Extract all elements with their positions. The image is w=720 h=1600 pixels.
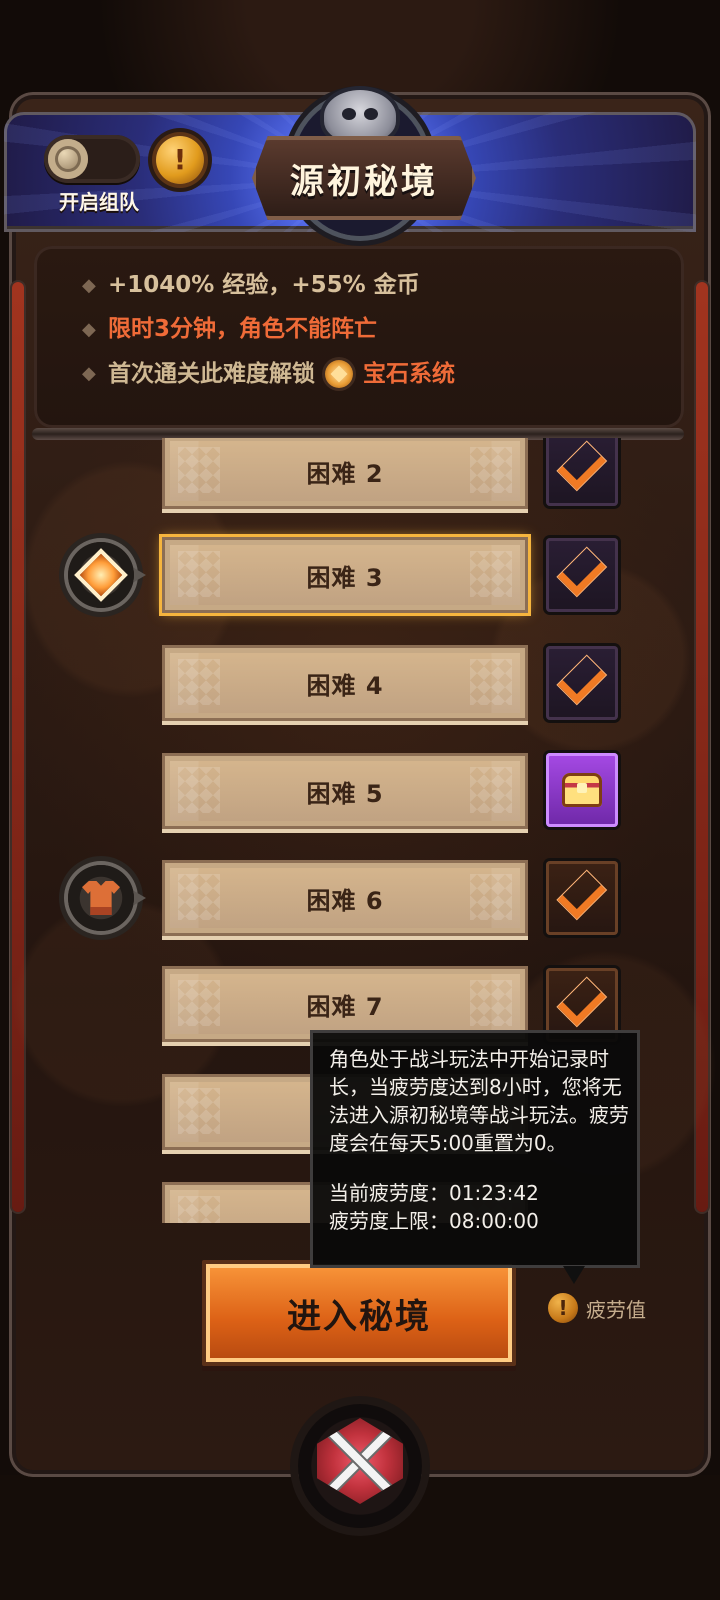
difficulty-item[interactable]: 困难 5 bbox=[162, 753, 528, 829]
enter-dungeon-button[interactable]: 进入秘境 bbox=[202, 1260, 516, 1366]
difficulty-label: 困难 5 bbox=[306, 779, 384, 808]
info-line-rewards: ◆ +1040% 经验，+55% 金币 bbox=[82, 274, 420, 297]
reward-claimed-box[interactable] bbox=[546, 538, 618, 612]
difficulty-item[interactable]: 困难 2 bbox=[162, 438, 528, 509]
check-icon bbox=[557, 870, 606, 919]
top-background bbox=[0, 0, 720, 100]
current-fatigue-row: 当前疲劳度：01:23:42 bbox=[329, 1179, 629, 1207]
check-icon bbox=[557, 655, 606, 704]
tooltip-arrow bbox=[563, 1266, 585, 1284]
current-fatigue-value: 01:23:42 bbox=[449, 1181, 539, 1205]
page-title-plate: 源初秘境 bbox=[252, 136, 476, 220]
shirt-icon bbox=[82, 881, 120, 915]
difficulty-item[interactable]: 困难 4 bbox=[162, 645, 528, 721]
check-icon bbox=[557, 441, 606, 490]
unlock-reward-text: 宝石系统 bbox=[363, 360, 455, 387]
fatigue-limit-value: 08:00:00 bbox=[449, 1209, 539, 1233]
bullet-icon: ◆ bbox=[82, 318, 96, 340]
difficulty-label: 困难 7 bbox=[306, 992, 384, 1021]
gem-icon bbox=[79, 553, 123, 597]
difficulty-label: 困难 6 bbox=[306, 886, 384, 915]
chest-icon bbox=[562, 773, 602, 807]
info-line-time-limit: ◆ 限时3分钟，角色不能阵亡 bbox=[82, 318, 377, 341]
fatigue-label: 疲劳值 bbox=[586, 1297, 646, 1322]
check-icon bbox=[557, 547, 606, 596]
difficulty-label: 困难 3 bbox=[306, 563, 384, 592]
check-icon bbox=[557, 977, 606, 1026]
gem-icon bbox=[325, 360, 353, 388]
info-line-text: +1040% 经验，+55% 金币 bbox=[108, 272, 420, 298]
difficulty-label: 困难 4 bbox=[306, 671, 384, 700]
team-toggle[interactable] bbox=[44, 135, 140, 183]
current-fatigue-label: 当前疲劳度： bbox=[329, 1181, 449, 1205]
fatigue-tooltip: 角色处于战斗玩法中开始记录时长，当疲劳度达到8小时，您将无法进入源初秘境等战斗玩… bbox=[310, 1030, 640, 1268]
info-line-text: 限时3分钟，角色不能阵亡 bbox=[108, 316, 378, 342]
info-line-unlock: ◆ 首次通关此难度解锁 宝石系统 bbox=[82, 360, 455, 388]
team-toggle-label: 开启组队 bbox=[59, 190, 139, 214]
bullet-icon: ◆ bbox=[82, 274, 96, 296]
unlock-marker[interactable] bbox=[68, 542, 146, 608]
skull-icon bbox=[324, 90, 396, 142]
reward-claimed-box[interactable] bbox=[546, 646, 618, 720]
bullet-icon: ◆ bbox=[82, 363, 96, 384]
page-title: 源初秘境 bbox=[290, 161, 438, 202]
fatigue-info-button[interactable]: ! 疲劳值 bbox=[548, 1291, 646, 1325]
fatigue-limit-row: 疲劳度上限：08:00:00 bbox=[329, 1207, 629, 1235]
toggle-knob bbox=[48, 139, 88, 179]
reward-chest-box[interactable] bbox=[546, 753, 618, 827]
reward-claimed-box[interactable] bbox=[546, 861, 618, 935]
warning-icon: ! bbox=[548, 1293, 578, 1323]
tooltip-values: 当前疲劳度：01:23:42 疲劳度上限：08:00:00 bbox=[329, 1179, 629, 1235]
difficulty-label: 困难 2 bbox=[306, 459, 384, 488]
info-button[interactable]: ! bbox=[156, 136, 204, 184]
difficulty-item-selected[interactable]: 困难 3 bbox=[162, 537, 528, 613]
difficulty-item[interactable]: 困难 6 bbox=[162, 860, 528, 936]
fatigue-limit-label: 疲劳度上限： bbox=[329, 1209, 449, 1233]
info-line-text: 首次通关此难度解锁 bbox=[108, 360, 315, 387]
tooltip-description: 角色处于战斗玩法中开始记录时长，当疲劳度达到8小时，您将无法进入源初秘境等战斗玩… bbox=[329, 1047, 629, 1155]
reward-claimed-box[interactable] bbox=[546, 438, 618, 506]
unlock-marker[interactable] bbox=[68, 865, 146, 931]
